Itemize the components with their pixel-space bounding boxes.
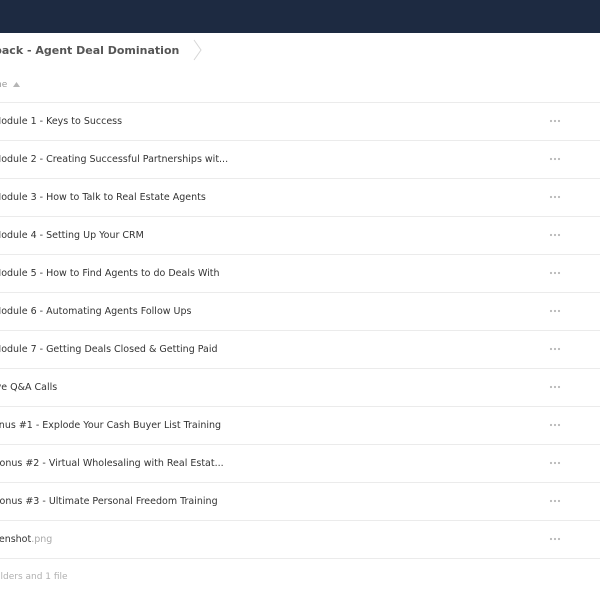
more-options-icon[interactable]: [549, 422, 561, 428]
list-item-name-text: Bonus #2 - Virtual Wholesaling with Real…: [0, 458, 224, 469]
list-item-name[interactable]: Bonus #3 - Ultimate Personal Freedom Tra…: [0, 496, 218, 507]
more-options-icon[interactable]: [549, 536, 561, 542]
column-header-name-label: ne: [0, 79, 8, 90]
list-item-name-text: Module 3 - How to Talk to Real Estate Ag…: [0, 192, 206, 203]
list-item[interactable]: Bonus #2 - Virtual Wholesaling with Real…: [0, 445, 600, 483]
list-item-extension: .png: [31, 534, 53, 545]
list-item[interactable]: Module 5 - How to Find Agents to do Deal…: [0, 255, 600, 293]
list-item-name-text: eenshot: [0, 534, 32, 545]
list-item-name[interactable]: Module 5 - How to Find Agents to do Deal…: [0, 268, 220, 279]
more-options-icon[interactable]: [549, 156, 561, 162]
column-header-name[interactable]: ne: [0, 79, 21, 90]
top-bar: [0, 0, 600, 33]
list-item[interactable]: onus #1 - Explode Your Cash Buyer List T…: [0, 407, 600, 445]
breadcrumb-current[interactable]: back - Agent Deal Domination: [0, 44, 179, 57]
more-options-icon[interactable]: [549, 346, 561, 352]
list-item-name[interactable]: Module 1 - Keys to Success: [0, 116, 122, 127]
list-item-name-text: Module 1 - Keys to Success: [0, 116, 123, 127]
list-item-name[interactable]: Module 6 - Automating Agents Follow Ups: [0, 306, 191, 317]
list-item-name[interactable]: onus #1 - Explode Your Cash Buyer List T…: [0, 420, 221, 431]
list-item-name[interactable]: Module 2 - Creating Successful Partnersh…: [0, 154, 228, 165]
list-item-name[interactable]: Bonus #2 - Virtual Wholesaling with Real…: [0, 458, 224, 469]
folder-summary: olders and 1 file: [0, 572, 73, 582]
sort-ascending-icon: [13, 82, 21, 87]
list-item[interactable]: Module 1 - Keys to Success: [0, 103, 600, 141]
list-item-name-text: Module 7 - Getting Deals Closed & Gettin…: [0, 344, 218, 355]
more-options-icon[interactable]: [549, 194, 561, 200]
list-item-name-text: Module 2 - Creating Successful Partnersh…: [0, 154, 229, 165]
list-item-name[interactable]: Module 4 - Setting Up Your CRM: [0, 230, 144, 241]
breadcrumb: back - Agent Deal Domination: [0, 33, 600, 67]
list-item-name[interactable]: Module 3 - How to Talk to Real Estate Ag…: [0, 192, 206, 203]
list-item-name-text: Module 5 - How to Find Agents to do Deal…: [0, 268, 220, 279]
list-item[interactable]: Module 2 - Creating Successful Partnersh…: [0, 141, 600, 179]
list-item-name-text: ive Q&A Calls: [0, 382, 58, 393]
list-item-name-text: Module 4 - Setting Up Your CRM: [0, 230, 144, 241]
list-item[interactable]: Module 3 - How to Talk to Real Estate Ag…: [0, 179, 600, 217]
list-item[interactable]: Module 6 - Automating Agents Follow Ups: [0, 293, 600, 331]
more-options-icon[interactable]: [549, 498, 561, 504]
list-item-name-text: Module 6 - Automating Agents Follow Ups: [0, 306, 192, 317]
list-item[interactable]: Module 4 - Setting Up Your CRM: [0, 217, 600, 255]
list-item-name[interactable]: ive Q&A Calls: [0, 382, 57, 393]
list-item-name-text: onus #1 - Explode Your Cash Buyer List T…: [0, 420, 222, 431]
more-options-icon[interactable]: [549, 118, 561, 124]
chevron-right-icon: [193, 39, 202, 61]
list-item[interactable]: Bonus #3 - Ultimate Personal Freedom Tra…: [0, 483, 600, 521]
file-list: Module 1 - Keys to Success Module 2 - Cre…: [0, 103, 600, 559]
list-item[interactable]: eenshot.png: [0, 521, 600, 559]
more-options-icon[interactable]: [549, 308, 561, 314]
more-options-icon[interactable]: [549, 384, 561, 390]
more-options-icon[interactable]: [549, 270, 561, 276]
list-item-name-text: Bonus #3 - Ultimate Personal Freedom Tra…: [0, 496, 218, 507]
list-item[interactable]: ive Q&A Calls: [0, 369, 600, 407]
list-item-name[interactable]: Module 7 - Getting Deals Closed & Gettin…: [0, 344, 218, 355]
more-options-icon[interactable]: [549, 460, 561, 466]
folder-summary-text: olders and 1 file: [0, 572, 68, 582]
more-options-icon[interactable]: [549, 232, 561, 238]
list-header: ne: [0, 67, 600, 103]
list-item[interactable]: Module 7 - Getting Deals Closed & Gettin…: [0, 331, 600, 369]
list-item-name[interactable]: eenshot.png: [0, 534, 52, 545]
